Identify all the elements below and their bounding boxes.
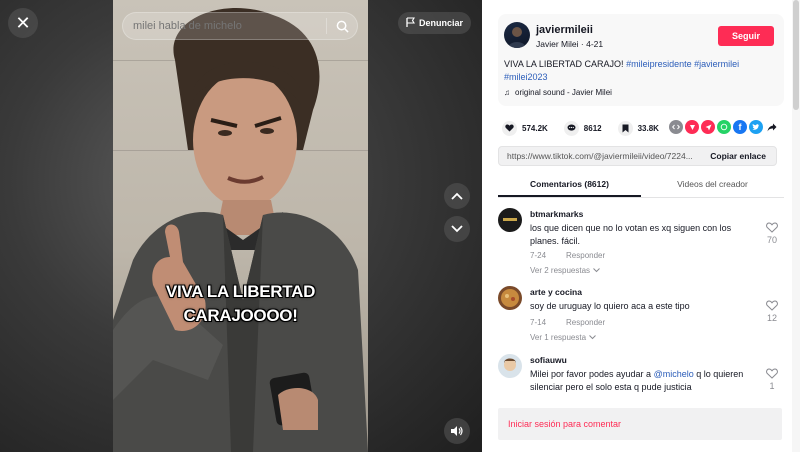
previous-video-button[interactable]: [444, 183, 470, 209]
comment-like-count: 12: [766, 313, 777, 323]
close-button[interactable]: ✕: [8, 8, 38, 38]
send-icon[interactable]: [701, 120, 715, 134]
save-button[interactable]: 33.8K: [617, 120, 659, 136]
details-panel: javiermileii Javier Milei · 4-21 Seguir …: [482, 0, 800, 452]
avatar[interactable]: [498, 286, 522, 310]
heart-outline-icon: [766, 222, 778, 233]
comment-username[interactable]: arte y cocina: [530, 287, 582, 297]
hashtag-link[interactable]: #javiermilei: [694, 59, 739, 69]
chevron-down-icon: [593, 268, 600, 273]
sound-label: original sound - Javier Milei: [515, 88, 612, 97]
chevron-up-icon: [451, 192, 463, 200]
video-info-card: javiermileii Javier Milei · 4-21 Seguir …: [498, 14, 784, 106]
chevron-down-icon: [589, 335, 596, 340]
video-description: VIVA LA LIBERTAD CARAJO! #mileipresident…: [504, 58, 774, 84]
volume-button[interactable]: [444, 418, 470, 444]
view-replies-label: Ver 2 respuestas: [530, 266, 591, 275]
next-video-button[interactable]: [444, 216, 470, 242]
comment-icon: [563, 120, 579, 136]
post-date: 4-21: [586, 39, 604, 49]
follow-button[interactable]: Seguir: [718, 26, 774, 46]
comment-username[interactable]: sofiauwu: [530, 355, 567, 365]
video-caption: VIVA LA LIBERTAD CARAJOOOO!: [113, 280, 368, 328]
copy-link-button[interactable]: Copiar enlace: [700, 151, 776, 161]
comment-button[interactable]: 8612: [563, 120, 602, 136]
comment-like-count: 1: [769, 381, 775, 391]
comment-list: btmarkmarks los que dicen que no lo vota…: [498, 204, 784, 398]
comment-like-count: 70: [766, 235, 777, 245]
avatar[interactable]: [498, 354, 522, 378]
comment-date: 7-14: [530, 318, 547, 327]
avatar[interactable]: [504, 22, 530, 48]
author-subline: Javier Milei · 4-21: [536, 39, 603, 49]
view-replies-label: Ver 1 respuesta: [530, 333, 587, 342]
save-count: 33.8K: [637, 123, 659, 133]
share-icons: f: [669, 120, 779, 134]
comment-text: Milei por favor podes ayudar a @michelo …: [530, 368, 752, 394]
comment-text-part: Milei por favor podes ayudar a: [530, 369, 654, 379]
view-replies-button[interactable]: Ver 1 respuesta: [530, 333, 596, 342]
flag-icon: [406, 17, 415, 29]
comment-meta: 7-24 Responder: [530, 251, 605, 260]
like-button[interactable]: 574.2K: [502, 120, 548, 136]
tab-creator-videos[interactable]: Videos del creador: [641, 172, 784, 197]
author-username[interactable]: javiermileii: [536, 24, 593, 36]
heart-outline-icon: [766, 368, 778, 379]
report-button[interactable]: Denunciar: [398, 12, 472, 34]
search-input[interactable]: [123, 20, 326, 32]
search-bar[interactable]: [122, 12, 358, 40]
comment-like-button[interactable]: 1: [760, 368, 784, 391]
mention-link[interactable]: @michelo: [654, 369, 694, 379]
heart-icon: [502, 120, 517, 136]
author-display-name: Javier Milei: [536, 39, 579, 49]
embed-icon[interactable]: [669, 120, 683, 134]
avatar[interactable]: [498, 208, 522, 232]
chevron-down-icon: [451, 225, 463, 233]
like-count: 574.2K: [522, 123, 548, 133]
music-note-icon: ♫: [504, 88, 510, 97]
heart-outline-icon: [766, 300, 778, 311]
video-link-box: https://www.tiktok.com/@javiermileii/vid…: [498, 146, 777, 166]
friends-icon[interactable]: [685, 120, 699, 134]
whatsapp-icon[interactable]: [717, 120, 731, 134]
video-player[interactable]: [113, 0, 368, 452]
comment-like-button[interactable]: 12: [760, 300, 784, 323]
facebook-icon[interactable]: f: [733, 120, 747, 134]
comment-like-button[interactable]: 70: [760, 222, 784, 245]
share-arrow-icon[interactable]: [765, 120, 779, 134]
comment-meta: 7-14 Responder: [530, 318, 605, 327]
tiktok-video-page: ✕ Denunciar VIVA LA LIBERTAD CARAJOOOO!: [0, 0, 800, 452]
close-icon: ✕: [15, 13, 31, 33]
comment-text: soy de uruguay lo quiero aca a este tipo: [530, 301, 690, 311]
login-to-comment-button[interactable]: Iniciar sesión para comentar: [498, 408, 782, 440]
comment-count: 8612: [583, 123, 602, 133]
video-panel: ✕ Denunciar VIVA LA LIBERTAD CARAJOOOO!: [0, 0, 482, 452]
reply-button[interactable]: Responder: [566, 318, 605, 327]
description-text: VIVA LA LIBERTAD CARAJO!: [504, 59, 624, 69]
report-label: Denunciar: [419, 18, 464, 28]
sound-link[interactable]: ♫ original sound - Javier Milei: [504, 88, 612, 97]
reply-button[interactable]: Responder: [566, 251, 605, 260]
twitter-icon[interactable]: [749, 120, 763, 134]
video-person-figure: [113, 7, 368, 452]
comment-username[interactable]: btmarkmarks: [530, 209, 583, 219]
tabs: Comentarios (8612) Videos del creador: [498, 172, 784, 198]
view-replies-button[interactable]: Ver 2 respuestas: [530, 266, 600, 275]
comment-text: los que dicen que no lo votan es xq sigu…: [530, 223, 732, 246]
video-url[interactable]: https://www.tiktok.com/@javiermileii/vid…: [499, 151, 700, 161]
comment-date: 7-24: [530, 251, 547, 260]
hashtag-link[interactable]: #mileipresidente: [626, 59, 692, 69]
engagement-stats: 574.2K 8612 33.8K: [502, 120, 675, 136]
hashtag-link[interactable]: #milei2023: [504, 72, 548, 82]
scrollbar-thumb[interactable]: [793, 0, 799, 110]
tab-comments[interactable]: Comentarios (8612): [498, 172, 641, 197]
caption-line: VIVA LA LIBERTAD: [165, 282, 316, 301]
scrollbar[interactable]: [792, 0, 800, 452]
caption-line: CARAJOOOO!: [183, 306, 298, 325]
volume-icon: [451, 426, 463, 436]
search-icon[interactable]: [327, 12, 357, 40]
bookmark-icon: [617, 120, 633, 136]
